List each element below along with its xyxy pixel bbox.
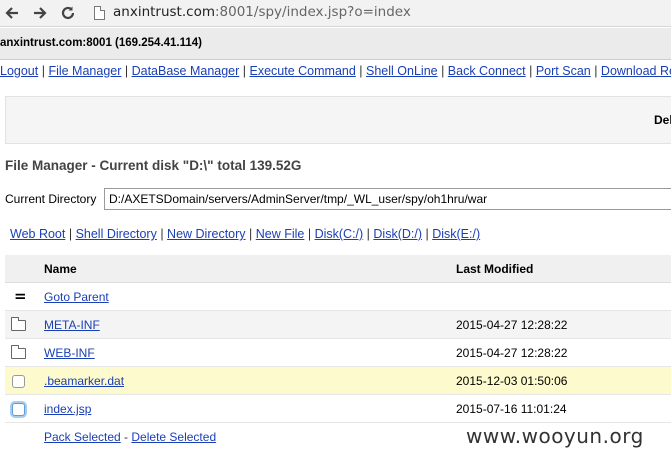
current-directory-input[interactable] bbox=[104, 188, 671, 210]
table-row: META-INF 2015-04-27 12:28:22 bbox=[5, 311, 671, 339]
address-bar[interactable]: anxintrust.com:8001/spy/index.jsp?o=inde… bbox=[113, 4, 411, 20]
file-name-link[interactable]: WEB-INF bbox=[44, 346, 95, 360]
select-checkbox[interactable] bbox=[12, 403, 25, 416]
menu-shell-online[interactable]: Shell OnLine bbox=[366, 64, 438, 78]
table-row: .beamarker.dat 2015-12-03 01:50:06 bbox=[5, 367, 671, 395]
disk-d-link[interactable]: Disk(D:/) bbox=[373, 227, 422, 241]
menu-download-remote[interactable]: Download Remote bbox=[601, 64, 671, 78]
last-modified: 2015-12-03 01:50:06 bbox=[456, 374, 568, 388]
menu-logout[interactable]: Logout bbox=[0, 64, 38, 78]
folder-icon bbox=[11, 317, 26, 331]
select-checkbox[interactable] bbox=[12, 375, 25, 388]
disk-e-link[interactable]: Disk(E:/) bbox=[432, 227, 480, 241]
parent-symbol: = bbox=[14, 287, 27, 305]
file-name-link[interactable]: .beamarker.dat bbox=[44, 374, 124, 388]
message-box: Del bbox=[5, 96, 671, 144]
url-path: :8001/spy/index.jsp?o=index bbox=[214, 4, 411, 20]
page-icon bbox=[94, 6, 105, 20]
last-modified: 2015-07-16 11:01:24 bbox=[456, 402, 567, 416]
web-root-link[interactable]: Web Root bbox=[10, 227, 65, 241]
last-modified: 2015-04-27 12:28:22 bbox=[456, 318, 568, 332]
main-menu: Logout | File Manager | DataBase Manager… bbox=[0, 64, 671, 78]
table-row: index.jsp 2015-07-16 11:01:24 bbox=[5, 395, 671, 423]
new-file-link[interactable]: New File bbox=[256, 227, 305, 241]
menu-execute-command[interactable]: Execute Command bbox=[250, 64, 356, 78]
message-text: Del bbox=[654, 113, 671, 127]
forward-arrow-icon[interactable] bbox=[30, 3, 50, 23]
reload-icon[interactable] bbox=[58, 3, 78, 23]
goto-parent-link[interactable]: Goto Parent bbox=[44, 290, 109, 304]
directory-tools: Web Root | Shell Directory | New Directo… bbox=[10, 227, 481, 241]
file-name-link[interactable]: META-INF bbox=[44, 318, 100, 332]
page-title: File Manager - Current disk "D:\" total … bbox=[5, 158, 302, 173]
menu-file-manager[interactable]: File Manager bbox=[48, 64, 121, 78]
menu-back-connect[interactable]: Back Connect bbox=[448, 64, 526, 78]
url-host: anxintrust.com bbox=[113, 4, 215, 20]
host-info: anxintrust.com:8001 (169.254.41.114) bbox=[0, 37, 203, 49]
shell-directory-link[interactable]: Shell Directory bbox=[76, 227, 157, 241]
column-header-name: Name bbox=[44, 262, 77, 276]
menu-port-scan[interactable]: Port Scan bbox=[536, 64, 591, 78]
back-arrow-icon[interactable] bbox=[2, 3, 22, 23]
disk-c-link[interactable]: Disk(C:/) bbox=[315, 227, 364, 241]
file-table: Name Last Modified = Goto Parent META-IN… bbox=[5, 255, 671, 449]
delete-selected-link[interactable]: Delete Selected bbox=[131, 430, 216, 444]
pack-selected-link[interactable]: Pack Selected bbox=[44, 430, 121, 444]
browser-toolbar: anxintrust.com:8001/spy/index.jsp?o=inde… bbox=[0, 0, 671, 27]
host-info-bar: anxintrust.com:8001 (169.254.41.114) bbox=[0, 28, 671, 60]
menu-database-manager[interactable]: DataBase Manager bbox=[132, 64, 240, 78]
folder-icon bbox=[11, 345, 26, 359]
table-row-goto-parent: = Goto Parent bbox=[5, 283, 671, 311]
current-directory-label: Current Directory bbox=[5, 192, 97, 206]
table-header: Name Last Modified bbox=[5, 255, 671, 283]
table-row: WEB-INF 2015-04-27 12:28:22 bbox=[5, 339, 671, 367]
column-header-modified: Last Modified bbox=[456, 262, 534, 276]
file-name-link[interactable]: index.jsp bbox=[44, 402, 91, 416]
new-directory-link[interactable]: New Directory bbox=[167, 227, 246, 241]
watermark: www.wooyun.org bbox=[466, 424, 644, 448]
last-modified: 2015-04-27 12:28:22 bbox=[456, 346, 568, 360]
